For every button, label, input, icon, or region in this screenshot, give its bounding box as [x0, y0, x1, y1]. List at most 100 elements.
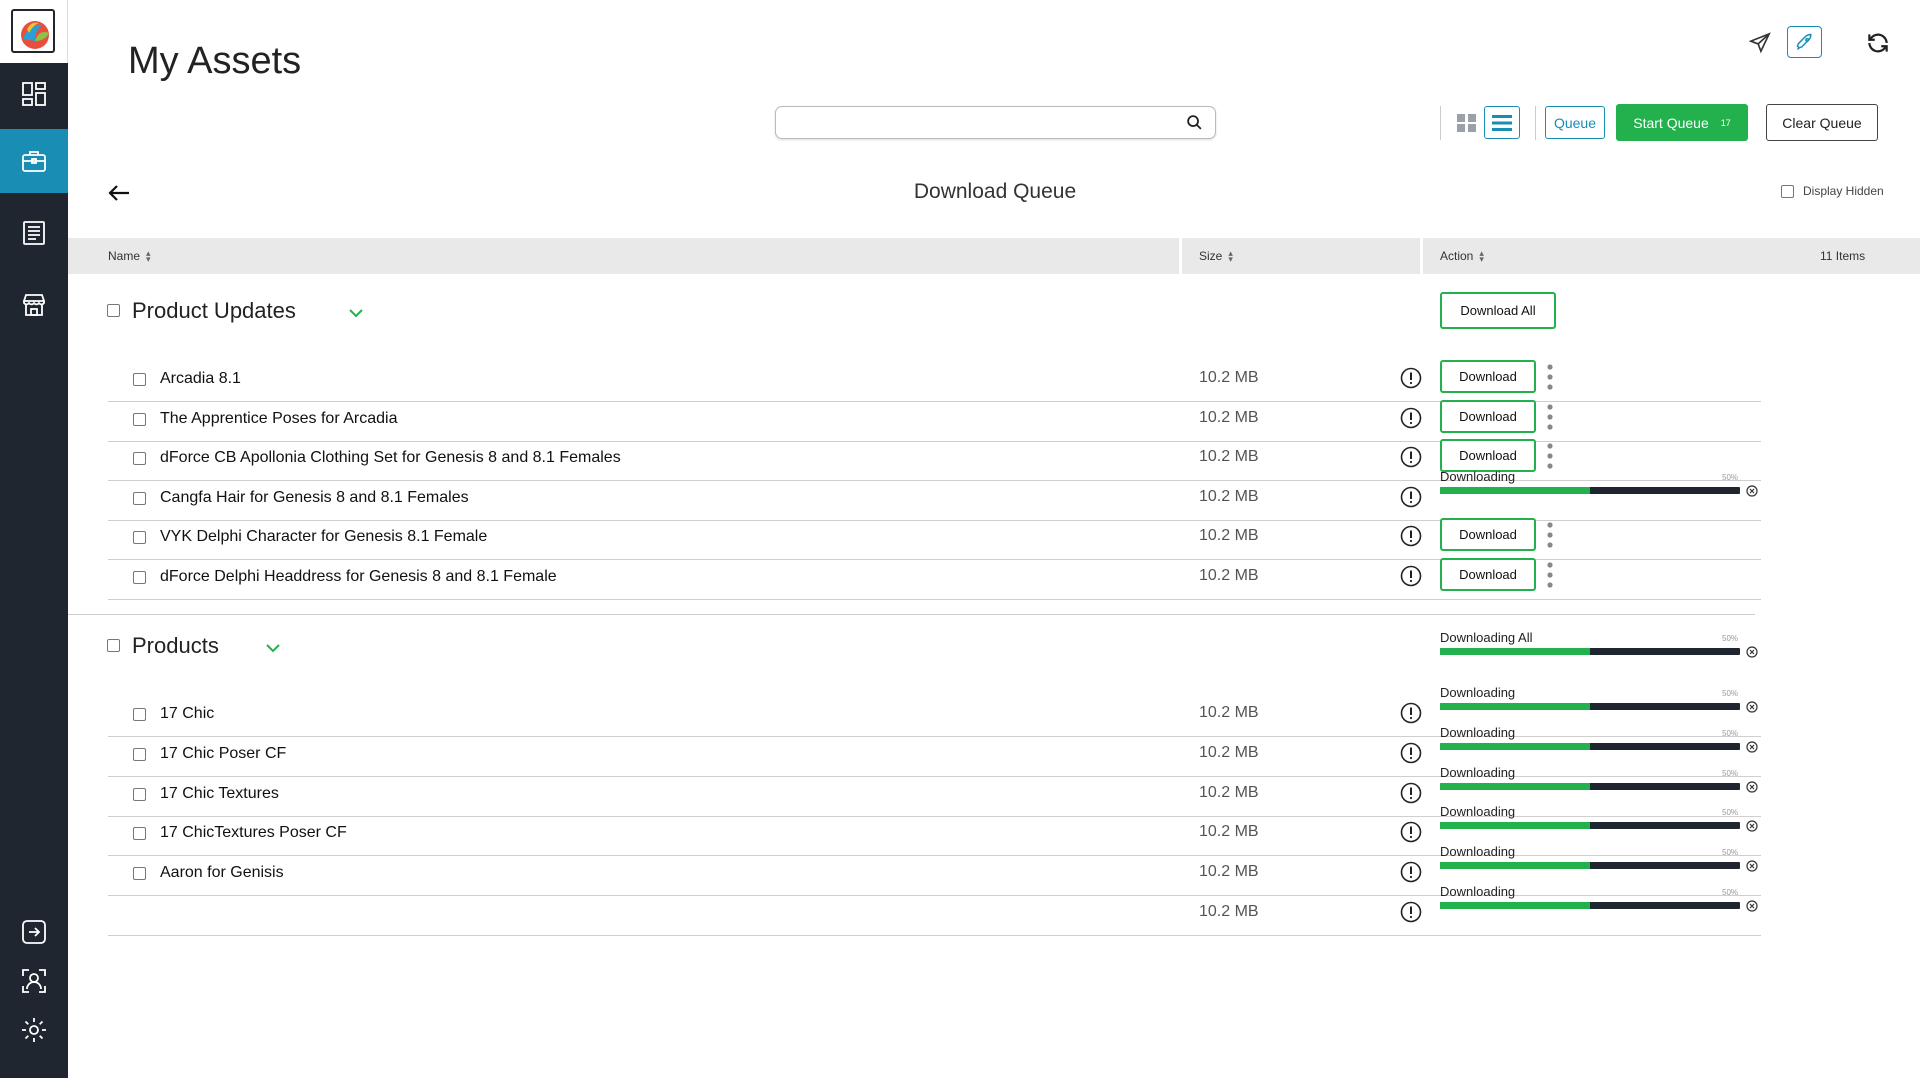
cancel-icon[interactable]: [1746, 900, 1758, 912]
alert-info-icon[interactable]: [1400, 742, 1422, 764]
cancel-icon[interactable]: [1746, 741, 1758, 753]
alert-info-icon[interactable]: [1400, 407, 1422, 429]
column-header-name[interactable]: Name ▴ ▾: [108, 238, 151, 274]
chevron-down-icon[interactable]: [264, 642, 282, 654]
table-row: dForce Delphi Headdress for Genesis 8 an…: [108, 558, 1761, 600]
asset-size: 10.2 MB: [1199, 823, 1259, 841]
download-progress: Downloading 50%: [1440, 469, 1760, 499]
alert-info-icon[interactable]: [1400, 525, 1422, 547]
progress-fill: [1440, 703, 1590, 710]
cancel-icon[interactable]: [1746, 485, 1758, 497]
column-divider: [1179, 238, 1182, 274]
progress-bar: [1440, 486, 1740, 494]
row-divider: [108, 599, 1761, 600]
launch-button[interactable]: [1787, 26, 1822, 58]
group-checkbox[interactable]: [107, 304, 120, 317]
sidebar: [0, 0, 68, 1078]
row-checkbox[interactable]: [133, 412, 146, 426]
asset-name: Aaron for Genisis: [160, 864, 284, 882]
download-all-button[interactable]: Download All: [1440, 292, 1556, 329]
more-options-icon[interactable]: [1546, 561, 1554, 589]
asset-size: 10.2 MB: [1199, 783, 1259, 801]
progress-bar: [1440, 703, 1740, 710]
row-checkbox[interactable]: [133, 452, 146, 466]
alert-info-icon[interactable]: [1400, 861, 1422, 883]
progress-bar: [1440, 822, 1740, 830]
more-options-icon[interactable]: [1546, 521, 1554, 549]
store-icon: [23, 294, 45, 316]
row-checkbox[interactable]: [133, 708, 146, 721]
alert-info-icon[interactable]: [1400, 702, 1422, 724]
row-checkbox[interactable]: [133, 787, 146, 801]
table-row: The Apprentice Poses for Arcadia 10.2 MB D…: [108, 399, 1761, 442]
download-button[interactable]: Download: [1440, 399, 1536, 433]
progress-percent: 50%: [1722, 689, 1739, 698]
display-hidden-toggle[interactable]: Display Hidden: [1781, 184, 1884, 198]
refresh-button[interactable]: [1864, 29, 1892, 57]
sidebar-item-documents[interactable]: [0, 201, 68, 265]
downloading-label: Downloading: [1440, 804, 1516, 820]
group-checkbox[interactable]: [107, 639, 120, 652]
more-options-icon[interactable]: [1546, 442, 1554, 470]
list-view-button[interactable]: [1484, 106, 1520, 139]
alert-info-icon[interactable]: [1400, 901, 1422, 923]
alert-info-icon[interactable]: [1400, 446, 1422, 468]
progress-fill: [1440, 822, 1590, 830]
download-progress: Downloading 50%: [1440, 804, 1760, 834]
more-options-icon[interactable]: [1546, 403, 1554, 431]
sidebar-item-store[interactable]: [0, 273, 68, 337]
download-progress: Downloading 50%: [1440, 844, 1760, 874]
download-button[interactable]: Download: [1440, 439, 1536, 473]
cancel-icon[interactable]: [1746, 820, 1758, 832]
cancel-icon[interactable]: [1746, 860, 1758, 872]
start-queue-button[interactable]: Start Queue 17: [1616, 104, 1748, 141]
list-icon: [1492, 114, 1512, 131]
briefcase-icon: [22, 151, 46, 172]
alert-info-icon[interactable]: [1400, 486, 1422, 508]
clear-queue-button[interactable]: Clear Queue: [1766, 104, 1878, 141]
alert-info-icon[interactable]: [1400, 565, 1422, 587]
app-logo[interactable]: [0, 0, 68, 63]
table-row: VYK Delphi Character for Genesis 8.1 Fem…: [108, 518, 1761, 561]
alert-info-icon[interactable]: [1400, 782, 1422, 804]
sidebar-item-settings[interactable]: [0, 998, 68, 1062]
download-button[interactable]: Download: [1440, 558, 1536, 591]
downloading-label: Downloading: [1440, 844, 1516, 860]
progress-percent: 50%: [1722, 808, 1739, 818]
row-checkbox[interactable]: [133, 531, 146, 545]
more-options-icon[interactable]: [1546, 363, 1554, 391]
row-checkbox[interactable]: [133, 747, 146, 761]
cancel-icon[interactable]: [1746, 701, 1758, 713]
group-title: Product Updates: [132, 298, 296, 323]
row-checkbox[interactable]: [133, 571, 146, 584]
sort-icon: ▴ ▾: [146, 248, 151, 264]
asset-name: Cangfa Hair for Genesis 8 and 8.1 Female…: [160, 488, 469, 506]
grid-view-button[interactable]: [1455, 111, 1481, 135]
download-progress: Downloading 50%: [1440, 725, 1760, 755]
cancel-icon[interactable]: [1746, 646, 1758, 658]
send-button[interactable]: [1747, 30, 1773, 56]
queue-button[interactable]: Queue: [1545, 106, 1605, 139]
row-checkbox[interactable]: [133, 373, 146, 386]
download-button[interactable]: Download: [1440, 360, 1536, 393]
row-checkbox[interactable]: [133, 867, 146, 881]
row-checkbox[interactable]: [133, 827, 146, 841]
downloading-label: Downloading: [1440, 685, 1516, 700]
alert-info-icon[interactable]: [1400, 821, 1422, 843]
column-header-size-label: Size: [1199, 249, 1223, 263]
row-checkbox[interactable]: [133, 491, 146, 505]
search-input[interactable]: [786, 107, 1166, 138]
user-account-icon: [22, 969, 46, 993]
downloading-all-label: Downloading All: [1440, 630, 1533, 645]
sidebar-item-dashboard[interactable]: [0, 62, 68, 126]
column-header-size[interactable]: Size ▴ ▾: [1199, 238, 1233, 274]
search-icon[interactable]: [1186, 114, 1203, 131]
download-button[interactable]: Download: [1440, 518, 1536, 552]
column-header-action[interactable]: Action ▴ ▾: [1440, 238, 1484, 274]
alert-info-icon[interactable]: [1400, 367, 1422, 389]
logout-icon: [22, 920, 46, 944]
chevron-down-icon[interactable]: [347, 307, 365, 319]
download-progress: Downloading 50%: [1440, 765, 1760, 795]
display-hidden-checkbox[interactable]: [1781, 184, 1794, 198]
cancel-icon[interactable]: [1746, 780, 1758, 793]
